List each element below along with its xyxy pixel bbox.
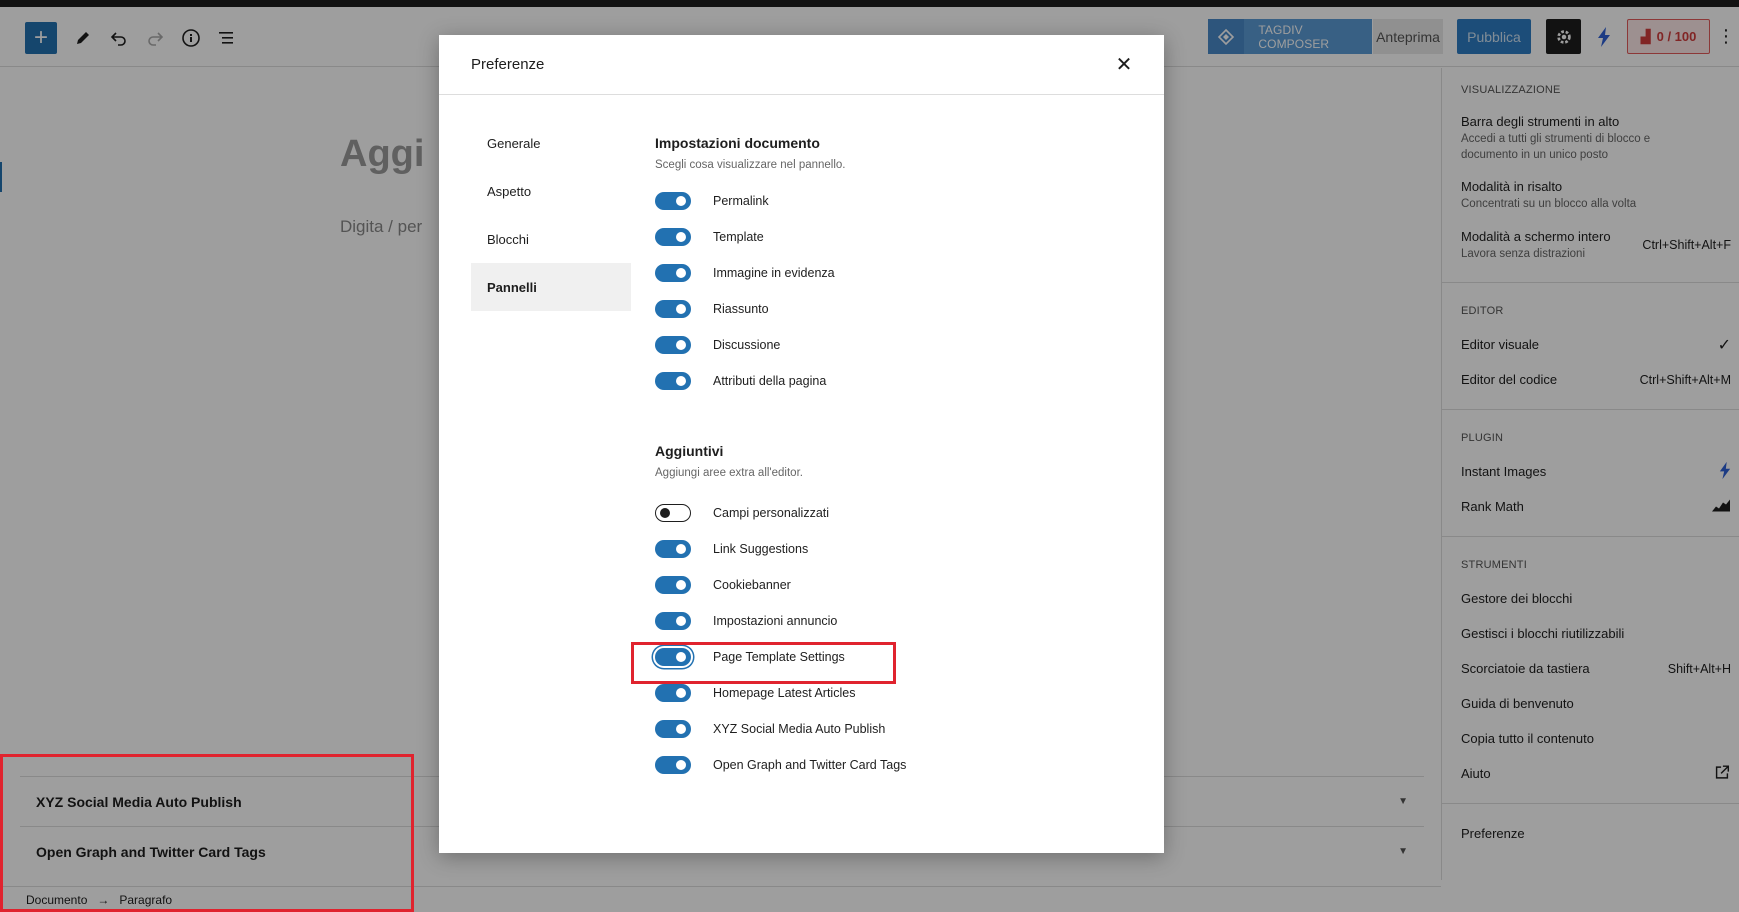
preferences-modal: Preferenze ✕ Generale Aspetto Blocchi Pa…	[439, 35, 1164, 853]
toggle-row-xyz-social[interactable]: XYZ Social Media Auto Publish	[655, 711, 1135, 747]
tab-generale[interactable]: Generale	[471, 119, 631, 167]
toggle-label: Immagine in evidenza	[713, 266, 835, 280]
toggle-row-custom-fields[interactable]: Campi personalizzati	[655, 495, 1135, 531]
toggle-label: Impostazioni annuncio	[713, 614, 838, 628]
toggle-row-page-attributes[interactable]: Attributi della pagina	[655, 363, 1135, 399]
toggle-label: Attributi della pagina	[713, 374, 827, 388]
toggle-switch[interactable]	[655, 540, 691, 558]
toggle-label: Link Suggestions	[713, 542, 809, 556]
toggle-switch[interactable]	[655, 504, 691, 522]
toggle-label: Riassunto	[713, 302, 769, 316]
modal-title: Preferenze	[471, 56, 545, 73]
close-icon[interactable]: ✕	[1112, 53, 1136, 77]
toggle-row-homepage-latest[interactable]: Homepage Latest Articles	[655, 675, 1135, 711]
toggle-switch[interactable]	[655, 684, 691, 702]
toggle-label: XYZ Social Media Auto Publish	[713, 722, 886, 736]
toggle-switch[interactable]	[655, 720, 691, 738]
toggle-switch[interactable]	[655, 300, 691, 318]
toggle-label: Page Template Settings	[713, 650, 845, 664]
tab-aspetto[interactable]: Aspetto	[471, 167, 631, 215]
toggle-label: Open Graph and Twitter Card Tags	[713, 758, 907, 772]
toggle-switch[interactable]	[655, 228, 691, 246]
toggle-switch[interactable]	[655, 372, 691, 390]
toggle-row-open-graph[interactable]: Open Graph and Twitter Card Tags	[655, 747, 1135, 783]
toggle-switch[interactable]	[655, 336, 691, 354]
toggle-row-excerpt[interactable]: Riassunto	[655, 291, 1135, 327]
toggle-row-page-template-settings[interactable]: Page Template Settings	[655, 639, 1135, 675]
preferences-tabs: Generale Aspetto Blocchi Pannelli	[471, 119, 631, 311]
toggle-label: Discussione	[713, 338, 781, 352]
toggle-row-ad-settings[interactable]: Impostazioni annuncio	[655, 603, 1135, 639]
modal-header: Preferenze ✕	[439, 35, 1164, 95]
toggle-row-permalink[interactable]: Permalink	[655, 183, 1135, 219]
panels-settings: Impostazioni documento Scegli cosa visua…	[655, 135, 1135, 783]
toggle-label: Template	[713, 230, 764, 244]
section-title: Impostazioni documento	[655, 135, 820, 151]
toggle-label: Cookiebanner	[713, 578, 791, 592]
tab-pannelli[interactable]: Pannelli	[471, 263, 631, 311]
toggle-switch[interactable]	[655, 648, 691, 666]
toggle-switch[interactable]	[655, 192, 691, 210]
section-desc: Scegli cosa visualizzare nel pannello.	[655, 159, 846, 171]
section-desc: Aggiungi aree extra all'editor.	[655, 467, 803, 479]
toggle-label: Permalink	[713, 194, 769, 208]
toggle-row-cookiebanner[interactable]: Cookiebanner	[655, 567, 1135, 603]
toggle-label: Campi personalizzati	[713, 506, 830, 520]
section-title: Aggiuntivi	[655, 443, 724, 459]
toggle-row-discussion[interactable]: Discussione	[655, 327, 1135, 363]
toggle-row-template[interactable]: Template	[655, 219, 1135, 255]
toggle-label: Homepage Latest Articles	[713, 686, 856, 700]
toggle-switch[interactable]	[655, 756, 691, 774]
toggle-switch[interactable]	[655, 576, 691, 594]
tab-blocchi[interactable]: Blocchi	[471, 215, 631, 263]
toggle-switch[interactable]	[655, 612, 691, 630]
toggle-switch[interactable]	[655, 264, 691, 282]
toggle-row-featured-image[interactable]: Immagine in evidenza	[655, 255, 1135, 291]
toggle-row-link-suggestions[interactable]: Link Suggestions	[655, 531, 1135, 567]
